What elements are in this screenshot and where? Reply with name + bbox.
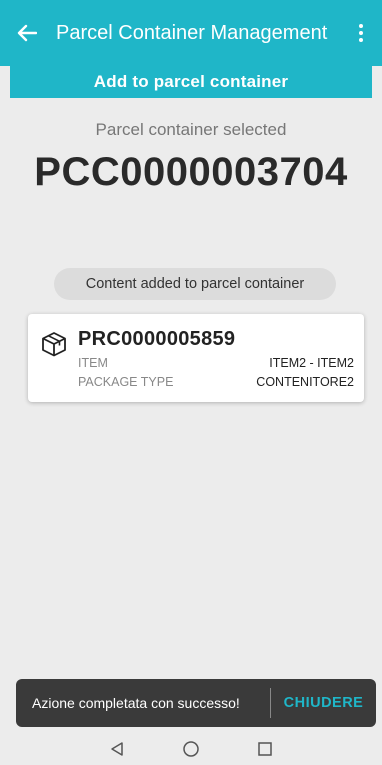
detail-key: ITEM bbox=[78, 356, 108, 370]
selected-container-label: Parcel container selected bbox=[95, 120, 287, 139]
content-card[interactable]: PRC0000005859 ITEM ITEM2 - ITEM2 PACKAGE… bbox=[28, 314, 364, 402]
snackbar: Azione completata con successo! CHIUDERE bbox=[16, 679, 376, 727]
package-box-icon bbox=[42, 332, 66, 357]
content-code: PRC0000005859 bbox=[78, 328, 236, 350]
more-vertical-icon bbox=[359, 24, 363, 42]
detail-key: PACKAGE TYPE bbox=[78, 375, 174, 389]
nav-back-button[interactable] bbox=[107, 739, 127, 759]
snackbar-message: Azione completata con successo! bbox=[32, 695, 240, 711]
nav-recents-square-icon bbox=[258, 742, 272, 756]
nav-back-triangle-icon bbox=[111, 742, 123, 756]
detail-value: CONTENITORE2 bbox=[256, 375, 354, 389]
detail-row-package-type: PACKAGE TYPE CONTENITORE2 bbox=[78, 375, 354, 389]
app-bar-title: Parcel Container Management bbox=[56, 22, 328, 44]
nav-home-button[interactable] bbox=[181, 739, 201, 759]
sub-header-title: Add to parcel container bbox=[10, 66, 372, 98]
nav-recents-button[interactable] bbox=[255, 739, 275, 759]
back-button[interactable] bbox=[0, 0, 54, 66]
detail-row-item: ITEM ITEM2 - ITEM2 bbox=[78, 356, 354, 370]
detail-value: ITEM2 - ITEM2 bbox=[269, 356, 354, 370]
app-bar: Parcel Container Management bbox=[0, 0, 382, 66]
status-chip: Content added to parcel container bbox=[54, 268, 336, 300]
arrow-left-icon bbox=[17, 24, 37, 42]
overflow-menu-button[interactable] bbox=[340, 0, 382, 66]
snackbar-close-button[interactable]: CHIUDERE bbox=[271, 695, 376, 711]
system-nav-bar bbox=[0, 733, 382, 765]
nav-home-circle-icon bbox=[183, 741, 199, 757]
selected-container-code: PCC0000003704 bbox=[34, 150, 348, 194]
